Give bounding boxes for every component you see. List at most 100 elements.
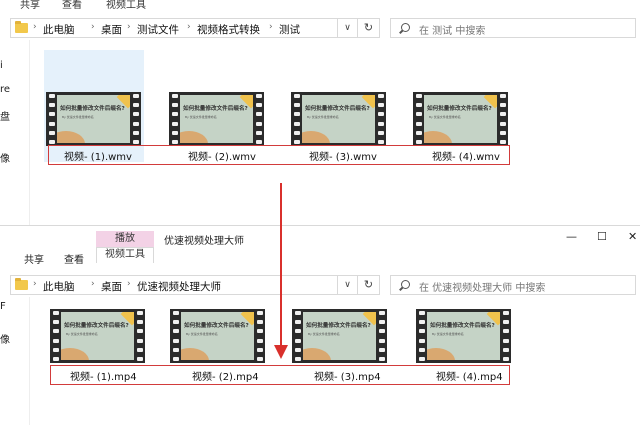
slide-blob-decoration (427, 348, 455, 360)
film-perforation (51, 311, 60, 361)
slide-title: 如何批量修改文件后缀名? (305, 106, 370, 112)
refresh-button[interactable]: ↻ (358, 18, 380, 38)
video-frame: 如何批量修改文件后缀名? By 优速文件批量重命名 (57, 95, 130, 143)
chevron-right-icon: › (33, 279, 37, 289)
search-input[interactable]: 在 优速视频处理大师 中搜索 (390, 275, 636, 295)
nav-item[interactable]: 盘 (0, 108, 10, 123)
video-thumbnail[interactable]: 如何批量修改文件后缀名? By 优速文件批量重命名 (413, 92, 508, 146)
nav-item[interactable]: i (0, 60, 3, 71)
video-thumbnail[interactable]: 如何批量修改文件后缀名? By 优速文件批量重命名 (46, 92, 141, 146)
slide-subtitle: By 优速文件批量重命名 (429, 115, 461, 119)
slide-blob-decoration (181, 348, 209, 360)
film-perforation (293, 311, 302, 361)
slide-subtitle: By 优速文件批量重命名 (308, 332, 340, 336)
navigation-pane: i re 盘 像 (0, 40, 30, 228)
video-thumbnail[interactable]: 如何批量修改文件后缀名? By 优速文件批量重命名 (169, 92, 264, 146)
navigation-pane: F 像 (0, 297, 30, 425)
menu-view[interactable]: 查看 (64, 251, 84, 266)
maximize-button[interactable]: ☐ (597, 230, 607, 243)
search-placeholder: 在 测试 中搜索 (419, 26, 486, 37)
minimize-button[interactable]: — (566, 230, 577, 243)
slide-title: 如何批量修改文件后缀名? (427, 106, 492, 112)
file-name[interactable]: 视频- (1).wmv (64, 148, 132, 163)
slide-subtitle: By 优速文件批量重命名 (66, 332, 98, 336)
chevron-right-icon: › (269, 22, 273, 32)
refresh-button[interactable]: ↻ (358, 275, 380, 295)
breadcrumb-item[interactable]: 测试文件 (137, 22, 179, 37)
file-name[interactable]: 视频- (1).mp4 (70, 368, 137, 383)
window-title: 优速视频处理大师 (164, 236, 244, 247)
close-button[interactable]: ✕ (628, 230, 637, 243)
film-perforation (131, 94, 140, 144)
file-name[interactable]: 视频- (4).mp4 (436, 368, 503, 383)
slide-subtitle: By 优速文件批量重命名 (186, 332, 218, 336)
video-frame: 如何批量修改文件后缀名? By 优速文件批量重命名 (303, 312, 376, 360)
nav-item[interactable]: F (0, 301, 6, 312)
breadcrumb-item[interactable]: 视频格式转换 (197, 22, 260, 37)
chevron-right-icon: › (187, 22, 191, 32)
slide-blob-decoration (303, 348, 331, 360)
film-perforation (377, 311, 386, 361)
address-dropdown-button[interactable]: ∨ (338, 18, 358, 38)
folder-icon (15, 278, 28, 290)
file-name[interactable]: 视频- (2).mp4 (192, 368, 259, 383)
slide-blob-decoration (57, 131, 85, 143)
nav-item[interactable]: re (0, 84, 10, 95)
address-row: › 此电脑 › 桌面 › 测试文件 › 视频格式转换 › 测试 ∨ ↻ 在 测试… (0, 14, 640, 40)
folder-icon (15, 21, 28, 33)
video-frame: 如何批量修改文件后缀名? By 优速文件批量重命名 (181, 312, 254, 360)
ribbon-view[interactable]: 查看 (62, 0, 82, 11)
slide-subtitle: By 优速文件批量重命名 (432, 332, 464, 336)
video-thumbnail[interactable]: 如何批量修改文件后缀名? By 优速文件批量重命名 (170, 309, 265, 363)
film-perforation (171, 311, 180, 361)
film-perforation (170, 94, 179, 144)
video-thumbnail[interactable]: 如何批量修改文件后缀名? By 优速文件批量重命名 (416, 309, 511, 363)
video-thumbnail[interactable]: 如何批量修改文件后缀名? By 优速文件批量重命名 (50, 309, 145, 363)
search-input[interactable]: 在 测试 中搜索 (390, 18, 636, 38)
file-name[interactable]: 视频- (3).mp4 (314, 368, 381, 383)
nav-item[interactable]: 像 (0, 331, 10, 346)
breadcrumb-item[interactable]: 优速视频处理大师 (137, 279, 221, 294)
video-frame: 如何批量修改文件后缀名? By 优速文件批量重命名 (302, 95, 375, 143)
ribbon-share[interactable]: 共享 (20, 0, 40, 11)
breadcrumb-item[interactable]: 此电脑 (43, 279, 75, 294)
film-perforation (376, 94, 385, 144)
menu-share[interactable]: 共享 (24, 251, 44, 266)
video-frame: 如何批量修改文件后缀名? By 优速文件批量重命名 (427, 312, 500, 360)
film-perforation (417, 311, 426, 361)
arrow-down-icon (274, 345, 288, 359)
chevron-right-icon: › (127, 22, 131, 32)
address-bar[interactable]: › 此电脑 › 桌面 › 测试文件 › 视频格式转换 › 测试 (10, 18, 338, 38)
nav-item[interactable]: 像 (0, 150, 10, 165)
chevron-right-icon: › (127, 279, 131, 289)
slide-title: 如何批量修改文件后缀名? (60, 106, 125, 112)
address-bar[interactable]: › 此电脑 › 桌面 › 优速视频处理大师 (10, 275, 338, 295)
breadcrumb-item[interactable]: 桌面 (101, 22, 122, 37)
slide-blob-decoration (302, 131, 330, 143)
address-row: › 此电脑 › 桌面 › 优速视频处理大师 ∨ ↻ 在 优速视频处理大师 中搜索 (0, 271, 640, 297)
slide-blob-decoration (61, 348, 89, 360)
video-thumbnail[interactable]: 如何批量修改文件后缀名? By 优速文件批量重命名 (291, 92, 386, 146)
annotation-arrow-line (280, 183, 282, 349)
slide-title: 如何批量修改文件后缀名? (430, 323, 495, 329)
video-frame: 如何批量修改文件后缀名? By 优速文件批量重命名 (424, 95, 497, 143)
film-perforation (135, 311, 144, 361)
file-name[interactable]: 视频- (3).wmv (309, 148, 377, 163)
tab-video-tools[interactable]: 视频工具 (96, 247, 154, 263)
file-name[interactable]: 视频- (4).wmv (432, 148, 500, 163)
chevron-right-icon: › (91, 22, 95, 32)
ribbon-video-tools[interactable]: 视频工具 (106, 0, 146, 11)
chevron-right-icon: › (33, 22, 37, 32)
film-perforation (47, 94, 56, 144)
search-placeholder: 在 优速视频处理大师 中搜索 (419, 283, 546, 294)
breadcrumb-item[interactable]: 此电脑 (43, 22, 75, 37)
slide-subtitle: By 优速文件批量重命名 (62, 115, 94, 119)
tab-play[interactable]: 播放 (96, 231, 154, 247)
breadcrumb-item[interactable]: 测试 (279, 22, 300, 37)
search-icon (401, 23, 410, 32)
video-thumbnail[interactable]: 如何批量修改文件后缀名? By 优速文件批量重命名 (292, 309, 387, 363)
file-name[interactable]: 视频- (2).wmv (188, 148, 256, 163)
address-dropdown-button[interactable]: ∨ (338, 275, 358, 295)
slide-subtitle: By 优速文件批量重命名 (185, 115, 217, 119)
breadcrumb-item[interactable]: 桌面 (101, 279, 122, 294)
